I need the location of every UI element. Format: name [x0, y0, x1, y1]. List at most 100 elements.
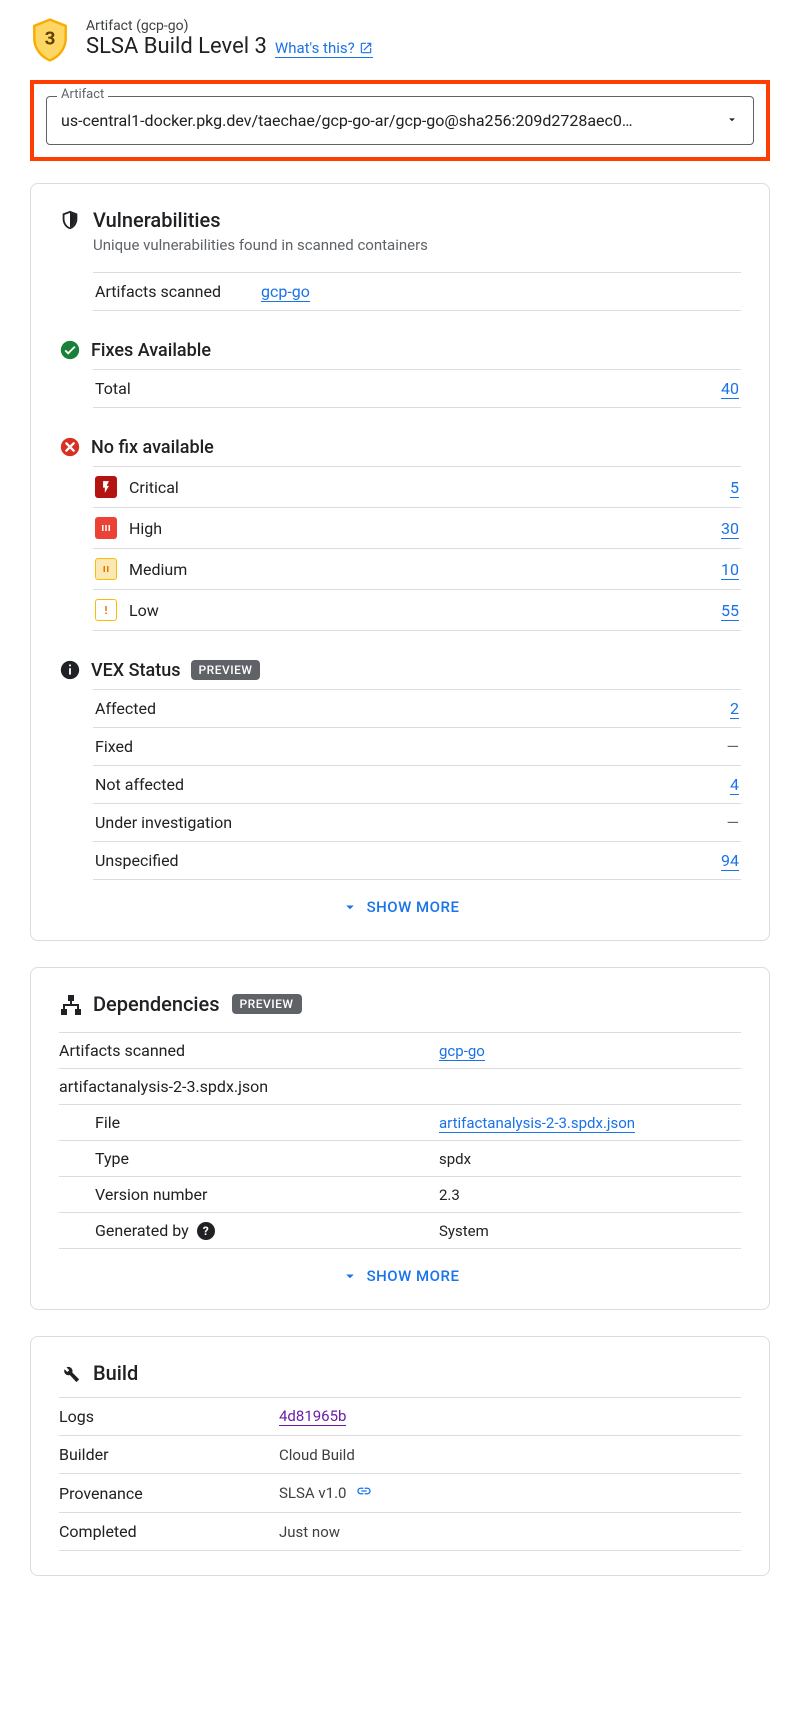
vex-count-value: —: [727, 813, 740, 832]
vex-row: Not affected 4: [93, 766, 741, 804]
deps-file-header: artifactanalysis-2-3.spdx.json: [59, 1077, 439, 1096]
severity-label: Critical: [129, 478, 179, 497]
fixes-total-label: Total: [95, 379, 131, 398]
vex-row: Fixed —: [93, 728, 741, 766]
vex-count-value: —: [727, 737, 740, 756]
slsa-badge-icon: 3: [30, 18, 70, 62]
severity-row: Critical 5: [93, 467, 741, 508]
check-circle-icon: [59, 339, 81, 361]
build-row: Provenance SLSA v1.0: [59, 1474, 741, 1513]
build-title: Build: [93, 1361, 138, 1385]
artifact-dropdown-value: us-central1-docker.pkg.dev/taechae/gcp-g…: [61, 111, 633, 130]
vex-label: Unspecified: [95, 851, 179, 870]
dependency-detail-row: Type spdx: [59, 1141, 741, 1177]
dep-key: Version number: [95, 1185, 207, 1204]
build-key: Completed: [59, 1522, 279, 1541]
severity-row: High 30: [93, 508, 741, 549]
vex-preview-badge: PREVIEW: [191, 660, 261, 680]
vex-label: Not affected: [95, 775, 184, 794]
deps-scanned-row: Artifacts scanned gcp-go: [59, 1033, 741, 1069]
severity-row: Medium 10: [93, 549, 741, 590]
help-icon[interactable]: ?: [197, 1222, 215, 1240]
dep-key: Type: [95, 1149, 129, 1168]
vex-row: Under investigation —: [93, 804, 741, 842]
dependency-detail-row: Generated by ? System: [59, 1213, 741, 1249]
link-icon[interactable]: [354, 1483, 374, 1503]
external-link-icon: [359, 41, 373, 55]
severity-critical-icon: [95, 476, 117, 498]
dep-value: spdx: [439, 1150, 471, 1168]
build-provenance-value: SLSA v1.0: [279, 1484, 346, 1502]
severity-count-link[interactable]: 10: [721, 560, 739, 580]
deps-preview-badge: PREVIEW: [232, 994, 302, 1014]
fixes-total-row: Total 40: [93, 370, 741, 408]
dep-value: 2.3: [439, 1186, 460, 1204]
severity-high-icon: [95, 517, 117, 539]
severity-row: Low 55: [93, 590, 741, 631]
dep-key: Generated by: [95, 1221, 189, 1240]
vuln-show-more-button[interactable]: SHOW MORE: [59, 898, 741, 916]
chevron-down-icon: [725, 111, 739, 130]
nofix-title: No fix available: [91, 437, 214, 458]
severity-count-link[interactable]: 30: [721, 519, 739, 539]
artifact-dropdown[interactable]: Artifact us-central1-docker.pkg.dev/taec…: [46, 96, 754, 145]
artifacts-scanned-label: Artifacts scanned: [95, 282, 221, 301]
dep-value-link[interactable]: artifactanalysis-2-3.spdx.json: [439, 1114, 635, 1133]
vex-title: VEX Status: [91, 660, 181, 681]
severity-label: High: [129, 519, 162, 538]
vex-row: Affected 2: [93, 690, 741, 728]
fixes-total-link[interactable]: 40: [721, 379, 739, 399]
severity-label: Low: [129, 601, 159, 620]
page-header: 3 Artifact (gcp-go) SLSA Build Level 3 W…: [30, 18, 770, 62]
severity-count-link[interactable]: 55: [721, 601, 739, 621]
page-title: SLSA Build Level 3: [86, 34, 267, 59]
vex-label: Affected: [95, 699, 156, 718]
error-circle-icon: [59, 436, 81, 458]
info-circle-icon: [59, 659, 81, 681]
dependencies-icon: [59, 993, 81, 1015]
whats-this-link[interactable]: What's this?: [275, 39, 373, 58]
build-value: Just now: [279, 1523, 340, 1541]
fixes-available-title: Fixes Available: [91, 340, 211, 361]
chevron-down-icon: [341, 898, 359, 916]
wrench-icon: [59, 1362, 81, 1384]
deps-file-header-row: artifactanalysis-2-3.spdx.json: [59, 1069, 741, 1105]
build-row: Logs 4d81965b: [59, 1398, 741, 1436]
artifact-context-label: Artifact (gcp-go): [86, 18, 770, 34]
deps-scanned-label: Artifacts scanned: [59, 1041, 439, 1060]
build-key: Provenance: [59, 1484, 279, 1503]
dep-value: System: [439, 1222, 489, 1240]
vex-count-link[interactable]: 4: [730, 775, 739, 795]
build-card: Build Logs 4d81965b Builder Cloud Build …: [30, 1336, 770, 1576]
artifact-selector-highlight: Artifact us-central1-docker.pkg.dev/taec…: [30, 80, 770, 161]
dep-key: File: [95, 1113, 120, 1132]
severity-low-icon: [95, 599, 117, 621]
vex-label: Fixed: [95, 737, 133, 756]
dependency-detail-row: File artifactanalysis-2-3.spdx.json: [59, 1105, 741, 1141]
deps-show-more-button[interactable]: SHOW MORE: [59, 1267, 741, 1285]
vex-count-link[interactable]: 2: [730, 699, 739, 719]
chevron-down-icon: [341, 1267, 359, 1285]
vex-row: Unspecified 94: [93, 842, 741, 880]
build-key: Builder: [59, 1445, 279, 1464]
svg-text:3: 3: [45, 28, 56, 50]
build-row: Completed Just now: [59, 1513, 741, 1551]
vulnerabilities-title: Vulnerabilities: [93, 208, 221, 232]
build-value: Cloud Build: [279, 1446, 355, 1464]
build-logs-link[interactable]: 4d81965b: [279, 1407, 346, 1426]
dependencies-card: Dependencies PREVIEW Artifacts scanned g…: [30, 967, 770, 1310]
severity-count-link[interactable]: 5: [730, 478, 739, 498]
dependency-detail-row: Version number 2.3: [59, 1177, 741, 1213]
vex-count-link[interactable]: 94: [721, 851, 739, 871]
vulnerabilities-subtitle: Unique vulnerabilities found in scanned …: [93, 236, 741, 254]
build-key: Logs: [59, 1407, 279, 1426]
vulnerabilities-card: Vulnerabilities Unique vulnerabilities f…: [30, 183, 770, 941]
artifacts-scanned-link[interactable]: gcp-go: [261, 282, 310, 302]
severity-label: Medium: [129, 560, 187, 579]
severity-medium-icon: [95, 558, 117, 580]
dependencies-title: Dependencies: [93, 992, 220, 1016]
artifact-dropdown-label: Artifact: [57, 87, 108, 102]
artifacts-scanned-row: Artifacts scanned gcp-go: [93, 273, 741, 311]
deps-scanned-link[interactable]: gcp-go: [439, 1042, 485, 1061]
vex-label: Under investigation: [95, 813, 232, 832]
